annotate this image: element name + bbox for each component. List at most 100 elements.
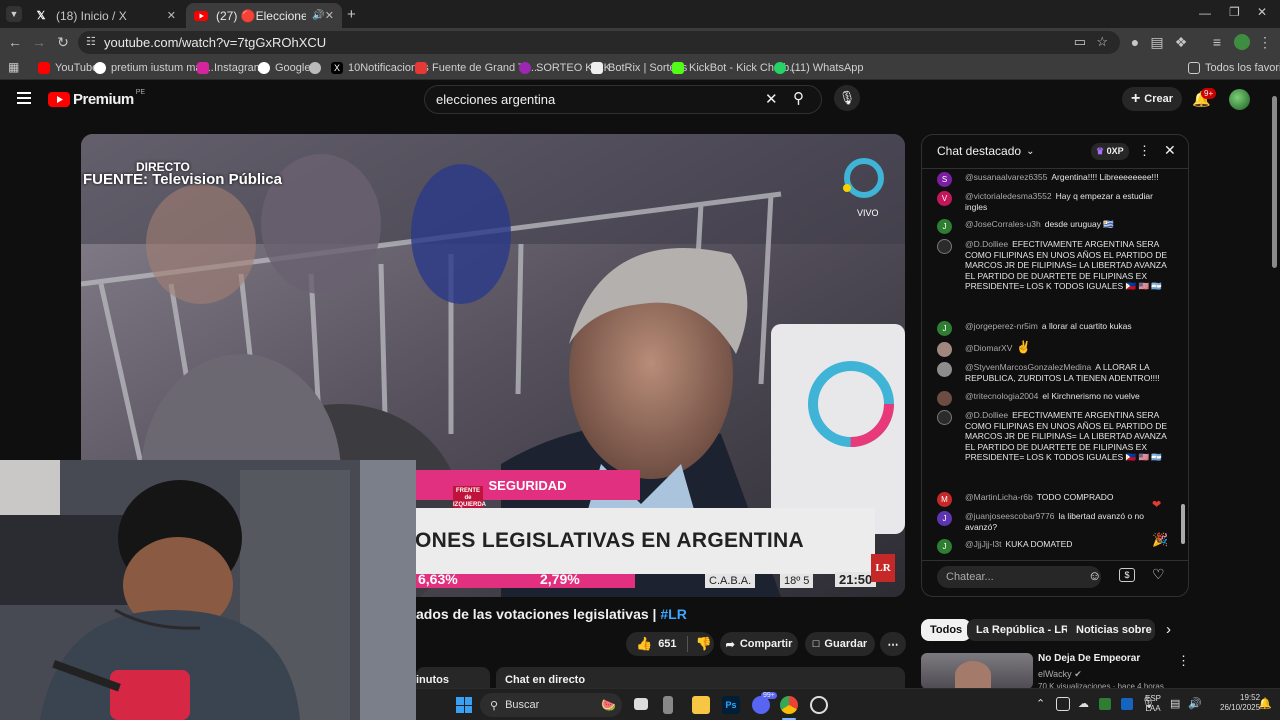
avatar — [937, 239, 952, 254]
points-badge[interactable]: ♛ 0XP — [1091, 143, 1129, 160]
photoshop-icon[interactable]: Ps — [722, 696, 740, 714]
video-title: ados de las votaciones legislativas | #L… — [416, 606, 687, 622]
all-bookmarks[interactable]: Todos los favoritos — [1188, 60, 1280, 76]
chat-scrollbar[interactable] — [1180, 169, 1186, 559]
chat-message: @DiomarXV ✌ — [937, 341, 1177, 357]
verified-icon: ✔ — [1074, 669, 1082, 679]
create-button[interactable]: + Crear — [1122, 87, 1182, 111]
chat-input[interactable]: Chatear... — [937, 566, 1101, 588]
speaker-icon[interactable]: 🔊 — [312, 10, 324, 21]
page-scrollbar[interactable] — [1271, 90, 1278, 688]
network-icon[interactable]: ▤ — [1170, 697, 1180, 710]
chat-mode-dropdown[interactable]: Chat destacado ⌄ — [937, 144, 1034, 158]
bookmark-star-icon[interactable]: ☆ — [1096, 34, 1108, 50]
dislike-icon[interactable]: 👎 — [696, 636, 712, 652]
tray-icon[interactable] — [1121, 698, 1133, 710]
tab-x[interactable]: 𝕏 (18) Inicio / X ✕ — [26, 3, 184, 28]
chat-menu-icon[interactable]: ⋮ — [1138, 143, 1151, 159]
new-tab-icon[interactable]: + — [347, 6, 356, 23]
tray-icon[interactable] — [1056, 697, 1070, 711]
tab-search-icon[interactable]: ▼ — [6, 6, 22, 22]
site-info-icon[interactable]: ☷ — [86, 35, 96, 48]
related-channel[interactable]: elWacky ✔ — [1038, 669, 1082, 680]
like-count[interactable]: 651 — [658, 638, 676, 650]
related-thumbnail[interactable] — [921, 653, 1033, 689]
bookmark-youtube[interactable]: YouTube — [38, 60, 98, 76]
search-input[interactable]: elecciones argentina ✕ ⚲ — [424, 85, 822, 114]
clear-search-icon[interactable]: ✕ — [765, 90, 778, 108]
avatar — [937, 410, 952, 425]
avatar[interactable] — [1229, 89, 1250, 110]
bookmark-pretium[interactable]: pretium iustum mat... — [94, 60, 214, 76]
extension-icon[interactable]: ▤ — [1148, 33, 1166, 51]
related-menu-icon[interactable]: ⋮ — [1177, 653, 1190, 669]
close-window-icon[interactable]: ✕ — [1257, 5, 1267, 19]
folder-icon — [1188, 62, 1200, 74]
avatar: M — [937, 492, 952, 507]
extensions-puzzle-icon[interactable]: ❖ — [1172, 33, 1190, 51]
volume-icon[interactable]: 🔊 — [1188, 697, 1202, 710]
clock[interactable]: 19:52 26/10/2025 — [1220, 693, 1260, 713]
url-field[interactable]: ☷ youtube.com/watch?v=7tgGxROhXCU ▭ ☆ — [78, 31, 1120, 54]
apps-grid-icon[interactable]: ▦ — [8, 60, 19, 74]
tab-youtube[interactable]: (27) 🔴Elecciones Argentin 🔊 ✕ — [186, 3, 342, 28]
save-button[interactable]: □ Guardar — [805, 632, 875, 656]
forward-icon[interactable]: → — [30, 33, 48, 51]
install-icon[interactable]: ▭ — [1074, 34, 1086, 50]
city-label: C.A.B.A. — [705, 574, 756, 588]
close-icon[interactable]: ✕ — [167, 9, 176, 22]
task-view-icon[interactable] — [634, 698, 648, 710]
reading-list-icon[interactable]: ≡ — [1208, 33, 1226, 51]
chat-message: @StyvenMarcosGonzalezMedina A LLORAR LA R… — [937, 362, 1177, 383]
tray-icon[interactable] — [1099, 698, 1111, 710]
show-hidden-icons[interactable]: ⌃ — [1036, 697, 1045, 710]
temperature-label: 18º 5 — [780, 574, 814, 588]
avatar: V — [937, 191, 952, 206]
chat-message: @D.Dolliee EFECTIVAMENTE ARGENTINA SERA C… — [937, 239, 1177, 292]
reload-icon[interactable]: ↻ — [54, 33, 72, 51]
vivo-label: VIVO — [857, 208, 879, 218]
language-indicator[interactable]: ESP LAA — [1145, 694, 1161, 714]
more-actions-icon[interactable]: ⋯ — [880, 632, 906, 656]
share-button[interactable]: ➦ Compartir — [720, 632, 798, 656]
app-icon[interactable] — [663, 696, 673, 714]
chat-message: @D.Dolliee EFECTIVAMENTE ARGENTINA SERA C… — [937, 410, 1177, 463]
close-chat-icon[interactable]: ✕ — [1164, 142, 1176, 159]
like-icon[interactable]: 👍 — [636, 636, 652, 652]
bookmark-google[interactable]: Google — [258, 60, 310, 76]
chip-politics[interactable]: Noticias sobre pol — [1067, 619, 1155, 641]
chat-message: J @juanjoseescobar9776 la libertad avanzó … — [937, 511, 1177, 532]
bookmark-blank[interactable] — [309, 60, 326, 76]
extension-icon[interactable]: ● — [1126, 33, 1144, 51]
super-chat-icon[interactable]: $ — [1119, 568, 1135, 582]
profile-avatar[interactable] — [1234, 34, 1250, 50]
webcam-overlay — [0, 460, 416, 720]
search-icon[interactable]: ⚲ — [793, 89, 804, 107]
obs-icon[interactable] — [810, 696, 828, 714]
notification-center-icon[interactable]: 🔔 — [1258, 697, 1272, 710]
back-icon[interactable]: ← — [6, 33, 24, 51]
menu-icon[interactable]: ⋮ — [1256, 33, 1274, 51]
chip-all[interactable]: Todos — [921, 619, 972, 641]
crown-icon: ♛ — [1096, 146, 1105, 156]
instagram-icon — [197, 62, 209, 74]
bookmark-whatsapp[interactable]: (11) WhatsApp — [774, 60, 864, 76]
cloud-icon[interactable]: ☁ — [1078, 697, 1089, 710]
hamburger-menu-icon[interactable] — [17, 92, 31, 104]
windows-start-icon[interactable] — [456, 697, 472, 713]
taskbar-search[interactable]: ⚲ Buscar 🍉 — [480, 693, 622, 717]
restore-icon[interactable]: ❐ — [1229, 5, 1240, 19]
minimize-icon[interactable]: — — [1199, 6, 1211, 20]
discord-badge: 99+ — [761, 692, 777, 699]
bookmark-instagram[interactable]: Instagram — [197, 60, 263, 76]
chevron-right-icon[interactable]: › — [1166, 621, 1171, 638]
emoji-icon[interactable]: ☺ — [1088, 568, 1101, 583]
file-explorer-icon[interactable] — [692, 696, 710, 714]
x-logo-icon: X — [331, 62, 343, 74]
chrome-icon[interactable] — [780, 696, 798, 714]
youtube-premium-logo[interactable]: Premium PE — [48, 89, 145, 108]
heart-icon[interactable]: ♡ — [1152, 566, 1165, 583]
close-icon[interactable]: ✕ — [325, 9, 334, 22]
related-title[interactable]: No Deja De Empeorar — [1038, 653, 1140, 664]
voice-search-icon[interactable]: 🎙 — [834, 85, 860, 111]
